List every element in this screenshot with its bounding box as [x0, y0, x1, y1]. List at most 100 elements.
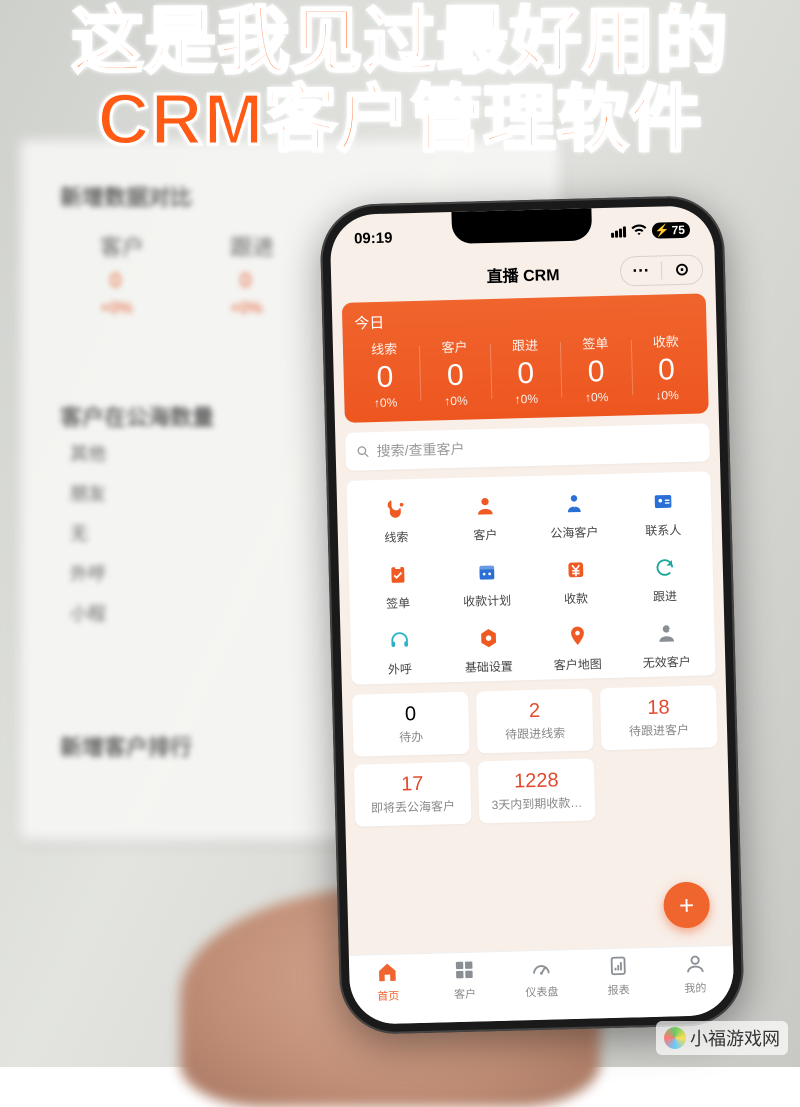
- card-label: 待办: [357, 727, 465, 747]
- card-label: 即将丢公海客户: [359, 797, 467, 817]
- bg-row: 朋友: [70, 480, 106, 506]
- stat-2[interactable]: 跟进 0 ↑0%: [489, 334, 561, 407]
- tab-home[interactable]: 首页: [349, 954, 427, 1011]
- grid-item-calendar[interactable]: 收款计划: [441, 556, 531, 610]
- grid-item-stethoscope[interactable]: 线索: [351, 492, 441, 546]
- gear-hex-icon: [473, 623, 504, 654]
- summary-cards: 0 待办2 待跟进线索18 待跟进客户17 即将丢公海客户1228 3天内到期收…: [352, 685, 719, 826]
- tab-grid[interactable]: 客户: [426, 952, 504, 1009]
- stat-value: 0: [560, 353, 631, 391]
- grid-item-label: 跟进: [653, 587, 677, 605]
- grid-item-gear-hex[interactable]: 基础设置: [443, 622, 533, 676]
- miniprogram-capsule[interactable]: ··· ⊙: [620, 254, 704, 286]
- pin-icon: [562, 620, 593, 651]
- report-icon: [607, 955, 630, 981]
- search-icon: [355, 444, 370, 459]
- stat-label: 线索: [349, 338, 420, 359]
- tab-label: 客户: [454, 986, 476, 1003]
- card-4[interactable]: 1228 3天内到期收款…: [478, 758, 596, 823]
- tab-gauge[interactable]: 仪表盘: [502, 950, 580, 1007]
- user-icon: [683, 953, 706, 979]
- stat-value: 0: [420, 357, 491, 395]
- grid-icon: [453, 959, 476, 985]
- grid-item-person-x[interactable]: 无效客户: [621, 617, 711, 671]
- watermark: 小福游戏网: [656, 1021, 788, 1055]
- grid-item-id-card[interactable]: 联系人: [618, 485, 708, 539]
- bg-pct2: +0%: [230, 300, 262, 318]
- phone-frame: 09:19 ⚡75 直播 CRM ··· ⊙ 今日 线索 0 ↑0%客户 0 ↑…: [319, 195, 745, 1035]
- scroll-area[interactable]: 今日 线索 0 ↑0%客户 0 ↑0%跟进 0 ↑0%签单 0 ↑0%收款 0 …: [332, 289, 733, 955]
- grid-item-refresh[interactable]: 跟进: [619, 551, 709, 605]
- phone-screen: 09:19 ⚡75 直播 CRM ··· ⊙ 今日 线索 0 ↑0%客户 0 ↑…: [329, 205, 734, 1025]
- grid-item-clipboard-check[interactable]: 签单: [353, 558, 443, 612]
- bg-val2: 0: [240, 270, 251, 293]
- card-label: 待跟进客户: [605, 720, 713, 740]
- clipboard-check-icon: [382, 559, 413, 590]
- card-3[interactable]: 17 即将丢公海客户: [354, 762, 472, 827]
- card-2[interactable]: 18 待跟进客户: [600, 685, 718, 750]
- stat-label: 客户: [419, 336, 490, 357]
- bg-val1: 0: [110, 270, 121, 293]
- grid-item-person-tie[interactable]: 公海客户: [529, 488, 619, 542]
- headline-overlay: 这是我见过最好用的CRM客户管理软件: [0, 4, 800, 160]
- bg-section-title: 新增数据对比: [60, 180, 192, 212]
- capsule-close-icon[interactable]: ⊙: [662, 255, 703, 284]
- stat-value: 0: [631, 351, 702, 389]
- card-label: 3天内到期收款…: [483, 794, 591, 814]
- bg-col2: 跟进: [230, 230, 274, 262]
- refresh-icon: [649, 552, 680, 583]
- grid-item-label: 客户: [473, 526, 497, 544]
- grid-item-label: 签单: [386, 594, 410, 612]
- tab-label: 首页: [377, 988, 399, 1005]
- grid-item-label: 线索: [384, 528, 408, 546]
- stat-3[interactable]: 签单 0 ↑0%: [560, 332, 632, 405]
- bg-pct1: +0%: [100, 300, 132, 318]
- person-x-icon: [651, 618, 682, 649]
- stat-delta: ↓0%: [632, 387, 703, 403]
- wifi-icon: [630, 222, 646, 239]
- person-icon: [469, 491, 500, 522]
- today-panel: 今日 线索 0 ↑0%客户 0 ↑0%跟进 0 ↑0%签单 0 ↑0%收款 0 …: [342, 293, 709, 422]
- status-time: 09:19: [354, 229, 393, 247]
- stat-0[interactable]: 线索 0 ↑0%: [349, 338, 421, 411]
- bg-col1: 客户: [100, 230, 144, 262]
- grid-item-cny[interactable]: 收款: [530, 554, 620, 608]
- app-title: 直播 CRM: [486, 261, 559, 287]
- tab-user[interactable]: 我的: [656, 946, 734, 1003]
- grid-item-label: 外呼: [388, 660, 412, 678]
- id-card-icon: [647, 486, 678, 517]
- stat-label: 收款: [630, 330, 701, 351]
- grid-item-label: 联系人: [645, 521, 681, 539]
- stethoscope-icon: [380, 493, 411, 524]
- stat-label: 跟进: [489, 334, 560, 355]
- card-value: 2: [480, 699, 589, 725]
- calendar-icon: [471, 557, 502, 588]
- stat-label: 签单: [560, 332, 631, 353]
- cny-icon: [560, 554, 591, 585]
- card-0[interactable]: 0 待办: [352, 692, 470, 757]
- stat-delta: ↑0%: [491, 391, 562, 407]
- gauge-icon: [530, 957, 553, 983]
- grid-item-label: 基础设置: [465, 658, 513, 676]
- card-label: 待跟进线索: [481, 724, 589, 744]
- grid-item-label: 收款: [564, 590, 588, 608]
- status-right: ⚡75: [610, 221, 690, 240]
- tab-bar: 首页 客户 仪表盘 报表 我的: [349, 945, 735, 1025]
- search-placeholder: 搜索/查重客户: [376, 439, 464, 461]
- stat-1[interactable]: 客户 0 ↑0%: [419, 336, 491, 409]
- stat-delta: ↑0%: [350, 395, 421, 411]
- tab-label: 仪表盘: [525, 983, 558, 1000]
- card-1[interactable]: 2 待跟进线索: [476, 688, 594, 753]
- feature-grid: 线索 客户 公海客户 联系人 签单 收款计划 收款 跟进 外呼 基础设置 客户地…: [346, 471, 715, 684]
- grid-item-headset[interactable]: 外呼: [354, 624, 444, 678]
- card-value: 0: [356, 702, 465, 728]
- stat-4[interactable]: 收款 0 ↓0%: [630, 330, 702, 403]
- search-input[interactable]: 搜索/查重客户: [345, 423, 710, 471]
- signal-icon: [611, 226, 626, 237]
- stat-delta: ↑0%: [421, 393, 492, 409]
- tab-label: 我的: [684, 980, 706, 997]
- tab-report[interactable]: 报表: [579, 948, 657, 1005]
- grid-item-pin[interactable]: 客户地图: [532, 620, 622, 674]
- grid-item-person[interactable]: 客户: [440, 490, 530, 544]
- capsule-menu-icon[interactable]: ···: [621, 257, 662, 286]
